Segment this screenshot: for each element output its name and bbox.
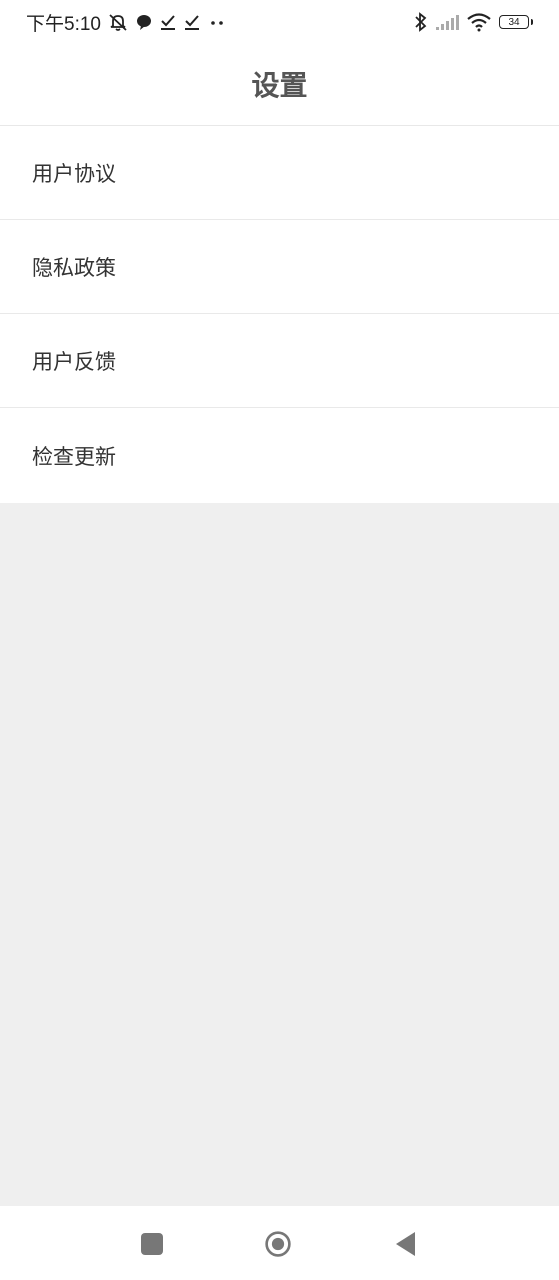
- settings-item-user-agreement[interactable]: 用户协议: [0, 126, 559, 220]
- recents-square-icon[interactable]: [138, 1230, 166, 1258]
- bluetooth-icon: [414, 11, 428, 33]
- mute-notification-icon: [107, 11, 129, 33]
- chat-bubble-icon: [135, 11, 153, 33]
- settings-item-label: 用户反馈: [32, 349, 116, 374]
- download-check-icon: [159, 11, 177, 33]
- more-dots-icon: [207, 11, 227, 33]
- app-header: 设置: [0, 44, 559, 126]
- settings-item-label: 用户协议: [32, 161, 116, 186]
- settings-list: 用户协议 隐私政策 用户反馈 检查更新: [0, 126, 559, 503]
- home-circle-icon[interactable]: [264, 1230, 292, 1258]
- status-time: 下午5:10: [26, 13, 101, 35]
- settings-item-user-feedback[interactable]: 用户反馈: [0, 314, 559, 408]
- settings-item-check-update[interactable]: 检查更新: [0, 408, 559, 503]
- battery-icon: 34: [499, 15, 533, 29]
- back-triangle-icon[interactable]: [392, 1230, 420, 1258]
- battery-level: 34: [508, 16, 520, 28]
- signal-icon: [435, 11, 459, 33]
- status-left: 下午5:10: [26, 8, 227, 36]
- system-nav-bar: [0, 1206, 559, 1280]
- page-title: 设置: [251, 69, 308, 102]
- settings-item-label: 隐私政策: [32, 255, 116, 280]
- settings-item-privacy-policy[interactable]: 隐私政策: [0, 220, 559, 314]
- settings-item-label: 检查更新: [32, 444, 116, 469]
- status-right: 34: [414, 8, 533, 36]
- settings-screen: 下午5:10 34 设置 用户协议 隐私政策 用户反馈 检查更新: [0, 0, 559, 1280]
- download-check-icon: [183, 11, 201, 33]
- wifi-icon: [466, 11, 492, 33]
- status-bar: 下午5:10 34: [0, 0, 559, 44]
